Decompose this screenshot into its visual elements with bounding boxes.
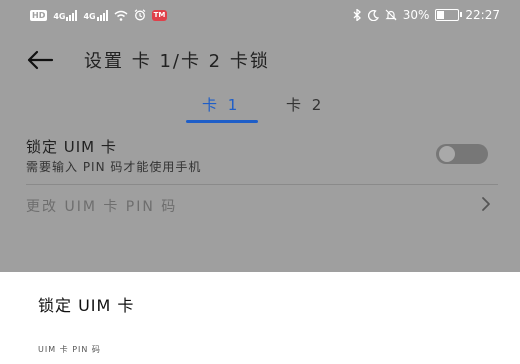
tab-card-2[interactable]: 卡 2: [282, 94, 328, 115]
tab-card-1[interactable]: 卡 1: [198, 94, 244, 115]
battery-fill: [437, 11, 444, 19]
page-title: 设置 卡 1/卡 2 卡锁: [84, 51, 270, 72]
pin-field-label: UIM 卡 PIN 码: [38, 345, 101, 354]
app-notification-icon: TM: [151, 9, 168, 21]
dialog-title: 锁定 UIM 卡: [38, 296, 135, 315]
lock-uim-title: 锁定 UIM 卡: [26, 138, 117, 156]
back-arrow-icon: [27, 50, 54, 70]
sim2-network-type: 4G: [83, 11, 96, 21]
wifi-icon: [114, 10, 128, 21]
dimmed-settings-page: HD 4G 4G TM 30% 22:27 设置 卡 1/卡 2 卡锁 卡 1 …: [0, 0, 520, 272]
do-not-disturb-moon-icon: [367, 9, 379, 21]
battery-icon: [435, 9, 463, 21]
sim1-signal-icon: 4G: [53, 9, 78, 21]
divider: [26, 184, 498, 185]
clock: 22:27: [465, 8, 500, 22]
sim-tabs: 卡 1 卡 2: [0, 90, 520, 126]
chevron-right-icon: [482, 197, 490, 211]
mute-bell-icon: [385, 9, 397, 21]
lock-uim-subtitle: 需要输入 PIN 码才能使用手机: [26, 160, 202, 174]
status-left: HD 4G 4G TM: [30, 9, 168, 21]
change-pin-label: 更改 UIM 卡 PIN 码: [26, 199, 178, 215]
lock-uim-setting[interactable]: 锁定 UIM 卡 需要输入 PIN 码才能使用手机: [0, 134, 520, 184]
toggle-knob: [439, 146, 455, 162]
bluetooth-icon: [353, 9, 361, 21]
battery-percent: 30%: [402, 8, 430, 22]
hd-indicator: HD: [30, 9, 48, 21]
lock-uim-dialog: 锁定 UIM 卡 UIM 卡 PIN 码: [0, 272, 520, 364]
toolbar: 设置 卡 1/卡 2 卡锁: [0, 38, 520, 82]
active-tab-indicator: [186, 120, 258, 123]
sim1-network-type: 4G: [53, 11, 66, 21]
lock-uim-toggle[interactable]: [436, 144, 488, 164]
change-pin-setting[interactable]: 更改 UIM 卡 PIN 码: [0, 192, 520, 222]
sim2-signal-icon: 4G: [83, 9, 108, 21]
status-right: 30% 22:27: [353, 8, 500, 22]
back-button[interactable]: [22, 42, 58, 78]
alarm-icon: [134, 9, 146, 21]
status-bar: HD 4G 4G TM 30% 22:27: [0, 0, 520, 32]
